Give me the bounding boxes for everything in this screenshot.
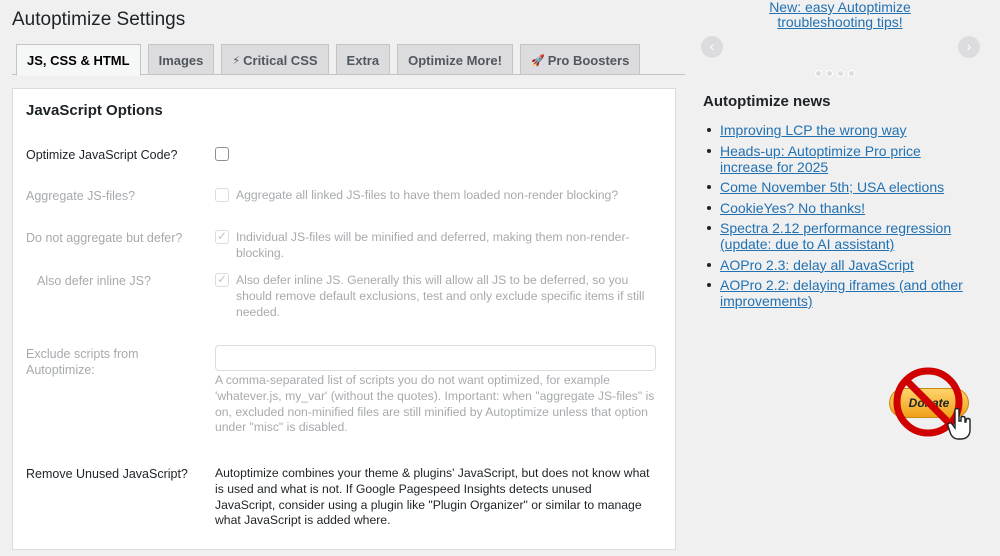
carousel-dots [815, 70, 855, 77]
tab-label: Extra [346, 52, 380, 68]
news-title: Autoptimize news [703, 93, 831, 110]
defer-js-description: Individual JS-files will be minified and… [236, 230, 630, 260]
carousel-dot[interactable] [837, 70, 844, 77]
exclude-scripts-label: Exclude scripts from Autoptimize: [26, 347, 139, 377]
page-title: Autoptimize Settings [12, 9, 186, 30]
lightning-icon: ⚡ [232, 54, 241, 67]
carousel-next-button[interactable]: › [958, 36, 980, 58]
hand-cursor-icon [947, 408, 971, 440]
news-item: AOPro 2.3: delay all JavaScript [703, 257, 973, 273]
tab-label: JS, CSS & HTML [27, 52, 130, 68]
news-link[interactable]: Come November 5th; USA elections [720, 179, 944, 195]
tab-optimize-more[interactable]: Optimize More! [397, 44, 513, 75]
tab-images[interactable]: Images [147, 44, 215, 75]
rocket-icon: 🚀 [530, 54, 545, 67]
carousel-dot[interactable] [826, 70, 833, 77]
checkmark-icon: ✓ [217, 229, 228, 243]
news-item: Come November 5th; USA elections [703, 179, 973, 195]
news-list: Improving LCP the wrong way Heads-up: Au… [703, 122, 973, 314]
optimize-js-checkbox[interactable] [215, 147, 229, 161]
news-link[interactable]: CookieYes? No thanks! [720, 200, 865, 216]
carousel-prev-button[interactable]: ‹ [701, 36, 723, 58]
news-link[interactable]: AOPro 2.3: delay all JavaScript [720, 257, 914, 273]
tab-label: Optimize More! [408, 52, 502, 68]
aggregate-js-checkbox[interactable] [215, 188, 229, 202]
news-link[interactable]: Improving LCP the wrong way [720, 122, 907, 138]
section-title: JavaScript Options [26, 102, 163, 119]
tab-label: Critical CSS [243, 52, 318, 68]
exclude-scripts-description: A comma-separated list of scripts you do… [215, 373, 655, 435]
news-item: AOPro 2.2: delaying iframes (and other i… [703, 277, 973, 309]
news-link[interactable]: Heads-up: Autoptimize Pro price increase… [720, 143, 921, 175]
exclude-scripts-input[interactable] [215, 345, 656, 371]
news-item: CookieYes? No thanks! [703, 200, 973, 216]
tab-extra[interactable]: Extra [335, 44, 391, 75]
carousel-dot[interactable] [848, 70, 855, 77]
donate-banner[interactable]: Donate [886, 364, 978, 446]
remove-unused-js-description: Autoptimize combines your theme & plugin… [215, 466, 650, 528]
defer-inline-js-label: Also defer inline JS? [37, 274, 151, 288]
defer-inline-js-description: Also defer inline JS. Generally this wil… [236, 273, 645, 319]
defer-js-label: Do not aggregate but defer? [26, 231, 183, 245]
optimize-js-label: Optimize JavaScript Code? [26, 148, 178, 162]
tab-label: Pro Boosters [547, 52, 630, 68]
settings-tabs: JS, CSS & HTML Images ⚡ Critical CSS Extr… [16, 44, 641, 76]
carousel-dot[interactable] [815, 70, 822, 77]
defer-js-checkbox[interactable]: ✓ [215, 229, 229, 244]
tab-critical-css[interactable]: ⚡ Critical CSS [221, 44, 329, 75]
aggregate-js-description: Aggregate all linked JS-files to have th… [236, 188, 619, 202]
news-item: Spectra 2.12 performance regression (upd… [703, 220, 973, 252]
news-link[interactable]: Spectra 2.12 performance regression (upd… [720, 220, 951, 252]
aggregate-js-label: Aggregate JS-files? [26, 189, 136, 203]
news-link[interactable]: AOPro 2.2: delaying iframes (and other i… [720, 277, 963, 309]
news-item: Heads-up: Autoptimize Pro price increase… [703, 143, 973, 175]
tab-pro-boosters[interactable]: 🚀 Pro Boosters [519, 44, 641, 75]
js-options-panel: JavaScript Options Optimize JavaScript C… [12, 88, 676, 550]
tab-label: Images [158, 52, 204, 68]
remove-unused-js-label: Remove Unused JavaScript? [26, 467, 188, 481]
tab-js-css-html[interactable]: JS, CSS & HTML [16, 44, 141, 76]
checkmark-icon: ✓ [217, 272, 228, 286]
troubleshooting-tips-link[interactable]: New: easy Autoptimize troubleshooting ti… [740, 0, 940, 30]
news-item: Improving LCP the wrong way [703, 122, 973, 138]
defer-inline-js-checkbox[interactable]: ✓ [215, 272, 229, 287]
